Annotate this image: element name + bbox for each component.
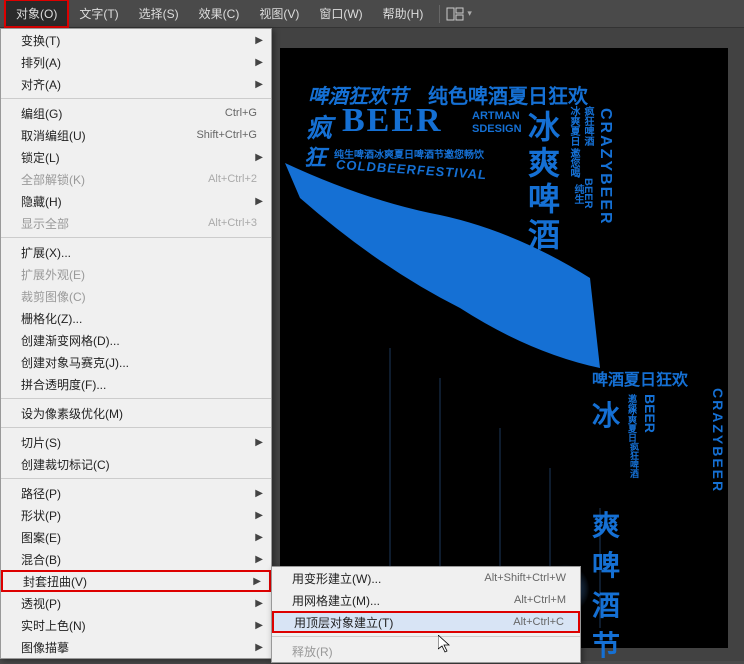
submenu-item[interactable]: 用变形建立(W)...Alt+Shift+Ctrl+W — [272, 567, 580, 589]
menu-item[interactable]: 透视(P)▶ — [1, 592, 271, 614]
typo-sdesign: SDESIGN — [472, 123, 522, 135]
typo-r4: 啤 — [592, 544, 742, 584]
menu-separator — [1, 427, 271, 428]
menu-item[interactable]: 形状(P)▶ — [1, 504, 271, 526]
menu-item[interactable]: 拼合透明度(F)... — [1, 373, 271, 395]
menu-item[interactable]: 图案(E)▶ — [1, 526, 271, 548]
menu-item[interactable]: 栅格化(Z)... — [1, 307, 271, 329]
cursor-icon — [438, 635, 454, 655]
menu-item[interactable]: 取消编组(U)Shift+Ctrl+G — [1, 124, 271, 146]
menu-item[interactable]: 切片(S)▶ — [1, 431, 271, 453]
menu-item[interactable]: 混合(B)▶ — [1, 548, 271, 570]
menu-item[interactable]: 实时上色(N)▶ — [1, 614, 271, 636]
menu-item[interactable]: 封套扭曲(V)▶ — [1, 570, 271, 592]
submenu-item[interactable]: 用顶层对象建立(T)Alt+Ctrl+C — [272, 611, 580, 633]
typo-r3: 爽 — [592, 504, 742, 544]
menu-object[interactable]: 对象(O) — [4, 0, 69, 28]
typo-subtitle: 纯色啤酒夏日狂欢 — [428, 80, 588, 109]
menu-item[interactable]: 创建对象马赛克(J)... — [1, 351, 271, 373]
menu-item: 扩展外观(E) — [1, 263, 271, 285]
menu-item[interactable]: 变换(T)▶ — [1, 29, 271, 51]
typo-artman: ARTMAN — [472, 110, 520, 122]
typo-v2: 疯狂啤酒 — [580, 106, 595, 146]
menu-select[interactable]: 选择(S) — [129, 1, 189, 26]
menu-item[interactable]: 设为像素级优化(M) — [1, 402, 271, 424]
typo-r2c: 疯狂啤酒 — [628, 442, 641, 478]
menu-separator — [1, 398, 271, 399]
menu-separator — [1, 98, 271, 99]
arrange-documents-icon[interactable] — [446, 7, 464, 21]
menu-separator — [1, 478, 271, 479]
menu-separator — [272, 636, 580, 637]
menu-window[interactable]: 窗口(W) — [309, 1, 372, 26]
menu-item: 裁剪图像(C) — [1, 285, 271, 307]
chevron-down-icon: ▾ — [467, 8, 472, 19]
envelope-distort-submenu: 用变形建立(W)...Alt+Shift+Ctrl+W用网格建立(M)...Al… — [271, 566, 581, 663]
typo-beer: BEER — [342, 102, 443, 140]
typo-r3b: 邀您 — [626, 394, 639, 412]
typo-rbeer: BEER — [642, 394, 658, 433]
menu-item[interactable]: 锁定(L)▶ — [1, 146, 271, 168]
menubar-divider — [439, 5, 440, 23]
menu-item[interactable]: 排列(A)▶ — [1, 51, 271, 73]
menu-item[interactable]: 创建裁切标记(C) — [1, 453, 271, 475]
typo-r5: 酒 — [592, 584, 742, 624]
menu-item[interactable]: 隐藏(H)▶ — [1, 190, 271, 212]
submenu-item[interactable]: 用网格建立(M)...Alt+Ctrl+M — [272, 589, 580, 611]
menu-type[interactable]: 文字(T) — [69, 1, 128, 26]
menu-effect[interactable]: 效果(C) — [189, 1, 250, 26]
typo-rcrazy: CRAZYBEER — [710, 388, 726, 493]
menu-item[interactable]: 编组(G)Ctrl+G — [1, 102, 271, 124]
menu-item[interactable]: 对齐(A)▶ — [1, 73, 271, 95]
artboard[interactable]: 啤酒狂欢节 纯色啤酒夏日狂欢 疯 BEER ARTMAN SDESIGN 冰 冰… — [280, 48, 728, 648]
menu-item[interactable]: 路径(P)▶ — [1, 482, 271, 504]
typo-r1: 啤酒夏日狂欢 — [592, 366, 742, 390]
typo-v1: 冰爽夏日 — [566, 106, 581, 146]
menu-item[interactable]: 扩展(X)... — [1, 241, 271, 263]
menu-item[interactable]: 创建渐变网格(D)... — [1, 329, 271, 351]
typo-r2: 冰 — [592, 394, 620, 434]
menu-view[interactable]: 视图(V) — [249, 1, 309, 26]
menu-item: 显示全部Alt+Ctrl+3 — [1, 212, 271, 234]
object-dropdown: 变换(T)▶排列(A)▶对齐(A)▶ 编组(G)Ctrl+G取消编组(U)Shif… — [0, 28, 272, 659]
menu-item: 全部解锁(K)Alt+Ctrl+2 — [1, 168, 271, 190]
menu-help[interactable]: 帮助(H) — [373, 1, 434, 26]
typo-r6: 节 — [592, 624, 742, 664]
submenu-item: 释放(R) — [272, 640, 580, 662]
menu-separator — [1, 237, 271, 238]
menu-item[interactable]: 图像描摹▶ — [1, 636, 271, 658]
menubar: 对象(O) 文字(T) 选择(S) 效果(C) 视图(V) 窗口(W) 帮助(H… — [0, 0, 744, 28]
